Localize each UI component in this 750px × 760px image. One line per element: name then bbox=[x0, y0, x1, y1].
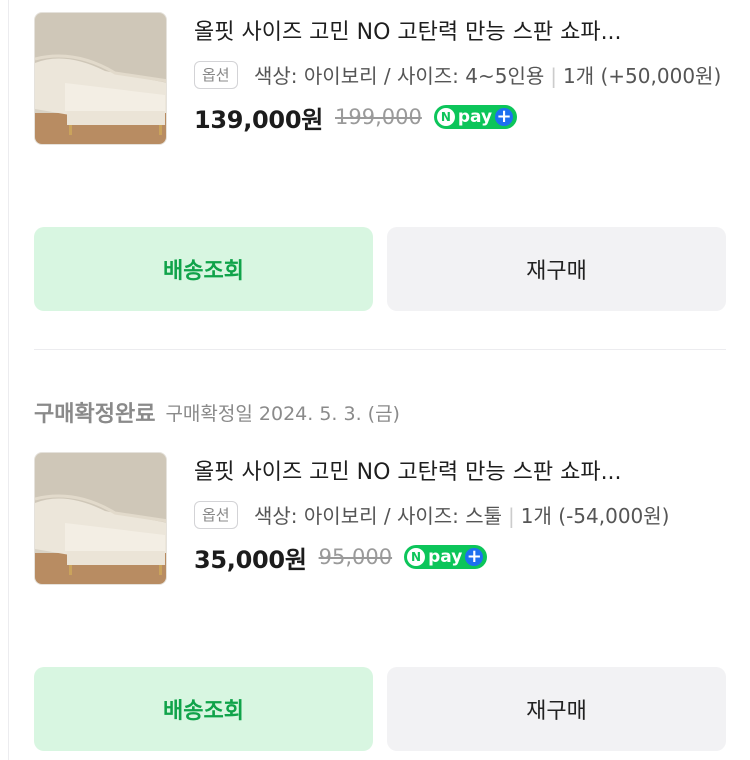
status-date: 구매확정일 2024. 5. 3. (금) bbox=[165, 402, 400, 425]
price-row: 139,000원 199,000 N pay + bbox=[194, 97, 726, 137]
action-buttons: 배송조회 재구매 bbox=[34, 667, 726, 751]
order-info: 올핏 사이즈 고민 NO 고탄력 만능 스판 쇼파... 옵션 색상: 아이보리… bbox=[194, 12, 726, 137]
order-divider bbox=[34, 349, 726, 350]
npay-plus-icon: + bbox=[465, 546, 484, 567]
sofa-image-icon bbox=[35, 13, 166, 144]
price-row: 35,000원 95,000 N pay + bbox=[194, 537, 726, 577]
track-delivery-button[interactable]: 배송조회 bbox=[34, 667, 373, 751]
sale-price: 35,000원 bbox=[194, 545, 307, 574]
status-title: 구매확정완료 bbox=[34, 402, 156, 427]
order-history-page: 올핏 사이즈 고민 NO 고탄력 만능 스판 쇼파... 옵션 색상: 아이보리… bbox=[0, 0, 750, 760]
order-info: 올핏 사이즈 고민 NO 고탄력 만능 스판 쇼파... 옵션 색상: 아이보리… bbox=[194, 452, 726, 577]
npay-plus-icon: + bbox=[495, 106, 514, 127]
product-thumbnail[interactable] bbox=[34, 452, 167, 585]
original-price: 95,000 bbox=[318, 545, 393, 569]
npay-n-icon: N bbox=[436, 108, 455, 126]
option-text: 색상: 아이보리 / 사이즈: 스툴 bbox=[254, 504, 503, 528]
npay-label: pay bbox=[457, 107, 493, 127]
option-badge: 옵션 bbox=[194, 61, 238, 89]
rebuy-button[interactable]: 재구매 bbox=[387, 227, 726, 311]
option-separator: | bbox=[508, 504, 515, 528]
sale-price: 139,000원 bbox=[194, 105, 323, 134]
left-divider bbox=[8, 0, 9, 760]
product-title[interactable]: 올핏 사이즈 고민 NO 고탄력 만능 스판 쇼파... bbox=[194, 452, 726, 494]
option-line: 옵션 색상: 아이보리 / 사이즈: 4~5인용 | 1개 (+50,000원) bbox=[194, 60, 726, 93]
quantity-text: 1개 (-54,000원) bbox=[520, 504, 670, 528]
original-price: 199,000 bbox=[335, 105, 422, 129]
option-line: 옵션 색상: 아이보리 / 사이즈: 스툴 | 1개 (-54,000원) bbox=[194, 500, 726, 533]
rebuy-button[interactable]: 재구매 bbox=[387, 667, 726, 751]
quantity-text: 1개 (+50,000원) bbox=[563, 64, 722, 88]
option-badge: 옵션 bbox=[194, 501, 238, 529]
option-text: 색상: 아이보리 / 사이즈: 4~5인용 bbox=[254, 64, 545, 88]
product-title[interactable]: 올핏 사이즈 고민 NO 고탄력 만능 스판 쇼파... bbox=[194, 12, 726, 54]
order-status-line: 구매확정완료 구매확정일 2024. 5. 3. (금) bbox=[34, 392, 400, 432]
npay-label: pay bbox=[428, 547, 463, 567]
npay-plus-badge: N pay + bbox=[433, 105, 518, 129]
track-delivery-button[interactable]: 배송조회 bbox=[34, 227, 373, 311]
sofa-image-icon bbox=[35, 453, 166, 584]
npay-plus-badge: N pay + bbox=[404, 545, 488, 569]
option-separator: | bbox=[550, 64, 558, 88]
action-buttons: 배송조회 재구매 bbox=[34, 227, 726, 311]
product-thumbnail[interactable] bbox=[34, 12, 167, 145]
npay-n-icon: N bbox=[407, 548, 426, 566]
